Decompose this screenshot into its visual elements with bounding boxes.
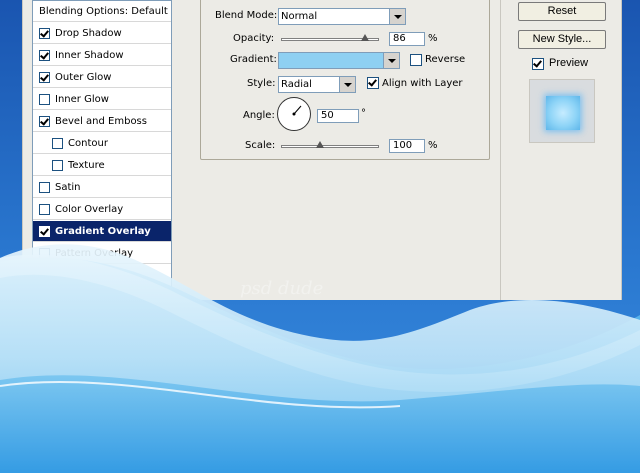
watermark-text: psd dude (240, 278, 324, 299)
wave-decoration (0, 244, 640, 473)
